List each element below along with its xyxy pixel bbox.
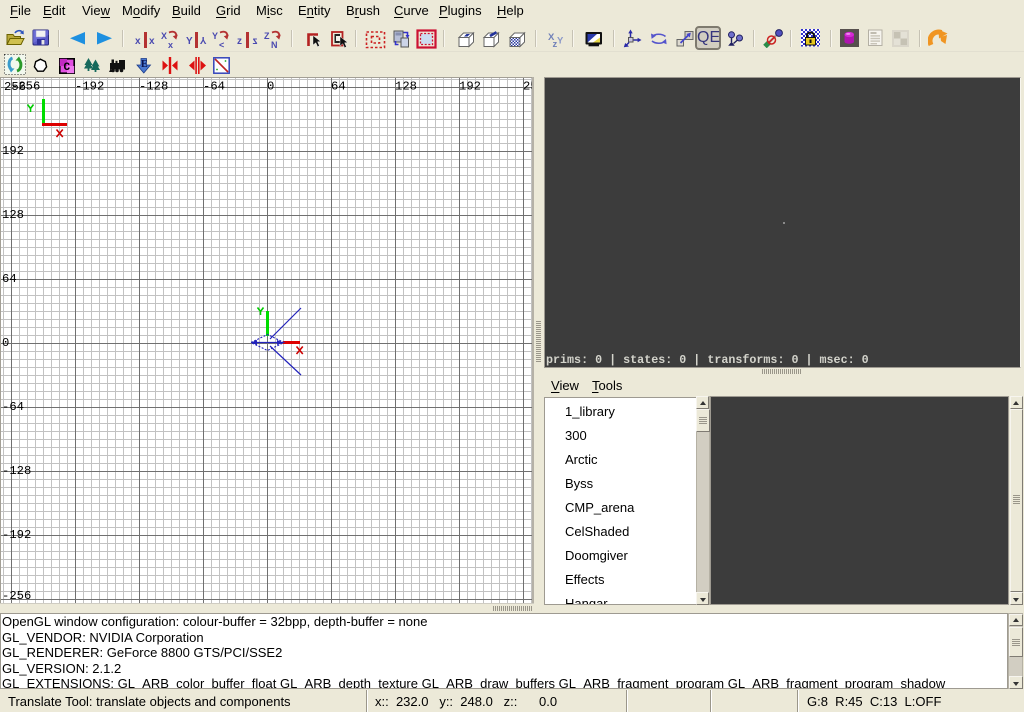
svg-text:Z: Z: [264, 31, 270, 41]
svg-text:<: <: [219, 40, 224, 49]
svg-text:-192: -192: [2, 528, 31, 542]
svg-text:128: 128: [2, 208, 24, 222]
svg-text:z: z: [253, 36, 258, 47]
svg-text:-128: -128: [2, 464, 31, 478]
svg-text:E: E: [141, 59, 148, 70]
svg-text:X: X: [161, 31, 167, 41]
svg-text:-64: -64: [203, 80, 225, 94]
svg-text:x: x: [168, 40, 173, 49]
svg-text:128: 128: [395, 80, 417, 94]
svg-text:0: 0: [267, 80, 274, 94]
svg-text:Y: Y: [200, 34, 207, 45]
svg-text:Y: Y: [557, 36, 564, 47]
svg-text:-256: -256: [2, 589, 31, 603]
svg-text:z: z: [237, 36, 242, 47]
svg-text:256: 256: [4, 80, 26, 94]
svg-text:x: x: [149, 36, 155, 47]
svg-text:-64: -64: [2, 400, 24, 414]
svg-text:192: 192: [459, 80, 481, 94]
svg-text:x: x: [135, 36, 141, 47]
svg-text:C: C: [64, 62, 71, 74]
svg-text:-128: -128: [139, 80, 168, 94]
svg-text:192: 192: [2, 144, 24, 158]
svg-text:Y: Y: [186, 36, 193, 47]
svg-text:0: 0: [2, 336, 9, 350]
svg-text:-192: -192: [75, 80, 104, 94]
svg-text:64: 64: [2, 272, 17, 286]
svg-text:Y: Y: [212, 31, 218, 41]
svg-text:64: 64: [331, 80, 346, 94]
svg-text:N: N: [271, 40, 278, 49]
